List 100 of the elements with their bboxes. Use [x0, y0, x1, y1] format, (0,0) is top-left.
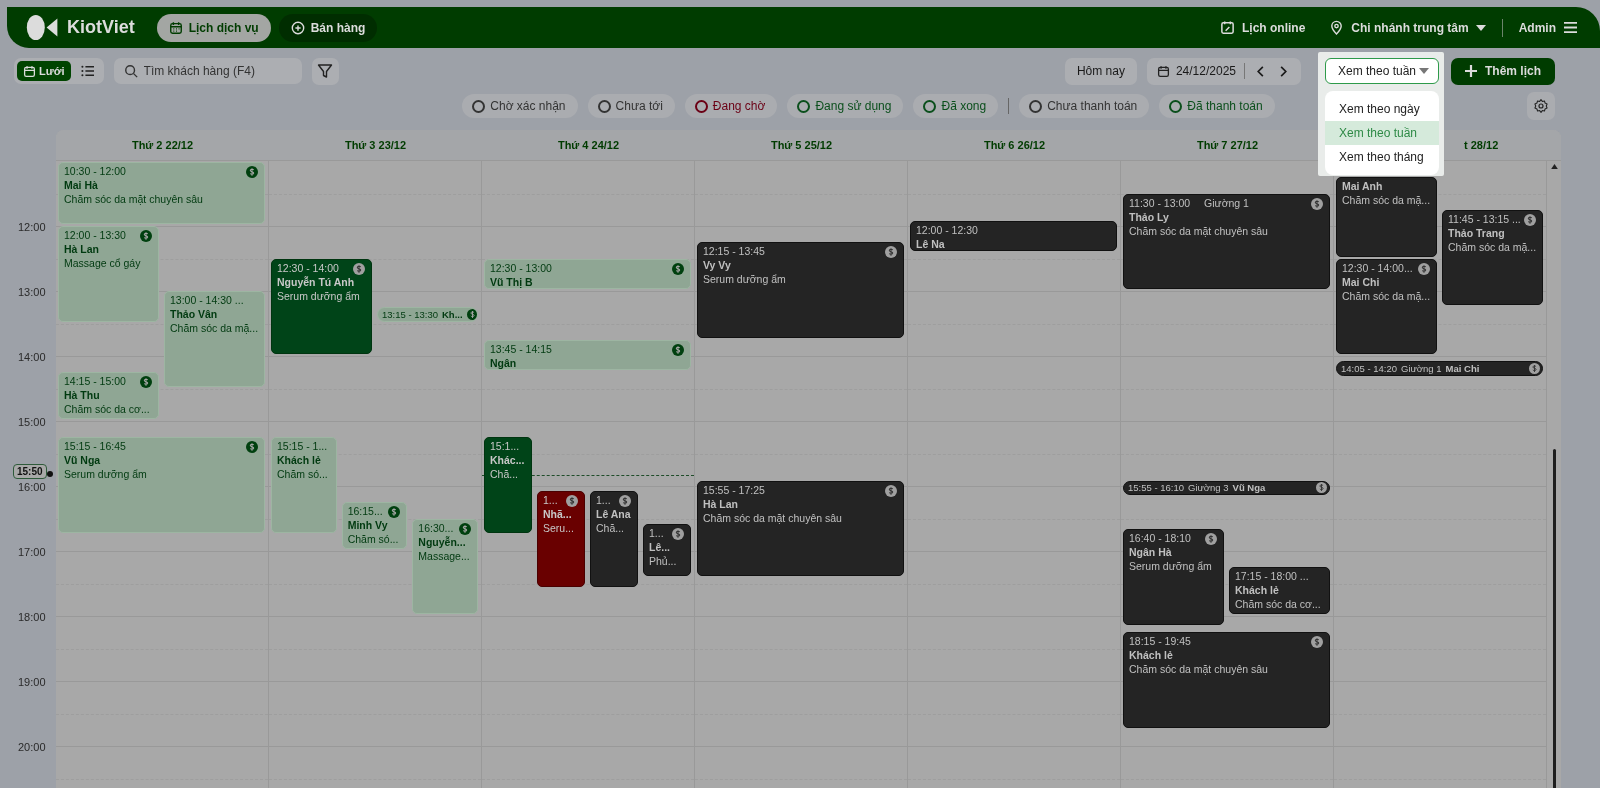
appointment-card[interactable]: 14:05 - 14:20 Giường 1 Mai Chi: [1336, 361, 1543, 376]
chip-label: Đã thanh toán: [1187, 99, 1263, 113]
current-time-dot: [47, 471, 53, 478]
nav-tab[interactable]: Bán hàng: [278, 13, 378, 42]
appointment-card[interactable]: 12:00 - 13:30 Hà Lan Massage cổ gáy: [58, 226, 159, 322]
appointment-card[interactable]: 15:55 - 17:25 Hà Lan Chăm sóc da mặt chuyên sâu: [697, 480, 904, 577]
appointment-card[interactable]: 12:15 - 13:45 Vy Vy Serum dưỡng ẩm: [697, 242, 904, 338]
appointment-card[interactable]: 16:15... Minh Vy Chăm só...: [341, 502, 408, 549]
service-name: Massage cổ gáy: [64, 257, 142, 270]
appointment-card[interactable]: 16:30... Nguyễn... Massage...: [412, 518, 478, 614]
appointment-card[interactable]: 1... Nhã... Seru...: [537, 491, 585, 587]
appointment-time: 13:15 - 13:30: [382, 308, 438, 321]
appointment-card[interactable]: 11:45 - 13:15 ... Thảo Trang Chăm sóc da mặ...: [1442, 209, 1543, 306]
branch-selector[interactable]: Chi nhánh trung tâm: [1321, 20, 1494, 35]
day-header: Thứ 3 23/12: [344, 139, 407, 151]
hour-label: 19:00: [18, 676, 46, 688]
online-booking-link[interactable]: Lịch online: [1212, 20, 1314, 35]
grid-view-button[interactable]: Lưới: [17, 61, 71, 81]
customer-name: Hà Lan: [64, 243, 100, 256]
status-filter-chip[interactable]: Đang sử dụng: [787, 94, 904, 118]
search-field[interactable]: Tìm khách hàng (F4): [113, 58, 302, 84]
status-filter-chip[interactable]: Đã thanh toán: [1159, 94, 1275, 118]
list-icon: [80, 65, 95, 77]
customer-name: Vũ Nga: [64, 454, 102, 468]
status-filter-chip[interactable]: Đã xong: [913, 94, 999, 118]
customer-name: Nguyễn Tú Anh: [277, 275, 356, 289]
view-select[interactable]: Xem theo tuần: [1325, 58, 1439, 84]
appointment-card[interactable]: 10:30 - 12:00 Mai Hà Chăm sóc da mặt chuyên sâu: [58, 162, 265, 224]
appointment-card[interactable]: 12:00 - 12:30 Lê Na: [910, 220, 1117, 252]
appointment-card[interactable]: 15:15 - 1... Khách lẻ Chăm só...: [271, 437, 337, 533]
appointment-time: 12:30 - 14:00...: [1342, 261, 1413, 275]
appointment-card[interactable]: 1... Lê Ana Chă...: [590, 491, 638, 587]
appointment-card[interactable]: 13:15 - 13:30 Kh...: [377, 307, 478, 322]
customer-name: Nguyễn...: [418, 535, 467, 549]
customer-name: Thảo Ly: [1129, 210, 1170, 224]
appointment-time: 16:40 - 18:10: [1129, 532, 1191, 546]
customer-name: Khách lẻ: [277, 454, 322, 468]
customer-name: Vũ Thị B: [490, 275, 534, 288]
menu-option[interactable]: Xem theo ngày: [1325, 97, 1439, 121]
status-filter-chip[interactable]: Chờ xác nhận: [462, 94, 578, 118]
nav-tab[interactable]: Lịch dịch vụ: [156, 13, 271, 42]
user-menu[interactable]: Admin: [1510, 20, 1586, 35]
appointment-card[interactable]: 15:55 - 16:10 Giường 3 Vũ Nga: [1123, 480, 1330, 495]
appointment-card[interactable]: 15:1... Khác... Chă...: [484, 437, 532, 533]
appointment-time: 1...: [543, 494, 558, 508]
appointment-card[interactable]: 12:30 - 14:00 Nguyễn Tú Anh Serum dưỡng ẩm: [271, 258, 372, 354]
settings-icon: [1533, 98, 1549, 114]
service-name: Seru...: [543, 522, 575, 536]
appointment-card[interactable]: 1... Lê... Phủ...: [643, 523, 691, 577]
appointment-card[interactable]: 13:45 - 14:15 Ngân: [484, 339, 691, 371]
appointment-time: 11:45 - 13:15 ...: [1448, 212, 1521, 226]
chip-label: Đang sử dụng: [815, 99, 892, 113]
status-filter-chip[interactable]: Đang chờ: [684, 94, 778, 118]
status-filter-chip[interactable]: Chưa tới: [587, 94, 675, 118]
customer-name: Minh Vy: [347, 519, 389, 533]
chevron-right-icon[interactable]: [1278, 64, 1288, 78]
chip-label: Chưa tới: [615, 99, 663, 113]
date-value[interactable]: 24/12/2025: [1175, 64, 1236, 78]
chip-label: Đang chờ: [712, 99, 766, 113]
appointment-card[interactable]: 16:40 - 18:10 Ngân Hà Serum dưỡng ẩm: [1123, 529, 1224, 625]
appointment-card[interactable]: 12:30 - 13:00 Vũ Thị B: [484, 258, 691, 289]
appointment-time: 13:45 - 14:15: [490, 342, 552, 356]
appointment-time: 17:15 - 18:00 ...: [1235, 570, 1309, 584]
service-name: Chăm sóc da cơ...: [1235, 598, 1322, 612]
today-button[interactable]: Hôm nay: [1064, 57, 1137, 85]
appointment-time: 15:1...: [490, 440, 520, 454]
service-name: Chăm sóc da mặ...: [1448, 240, 1537, 254]
appointment-card[interactable]: 11:30 - 13:00 Giường 1 Thảo Ly Chăm sóc da mặt chuyên sâu: [1123, 193, 1330, 289]
appointment-card[interactable]: 13:00 - 14:30 ... Thảo Vân Chăm sóc da mặ...: [164, 291, 265, 387]
customer-name: Mai Chi: [1342, 275, 1381, 289]
menu-icon: [1563, 21, 1578, 34]
add-booking-button[interactable]: Thêm lịch: [1451, 57, 1555, 85]
customer-name: Kh...: [442, 308, 463, 321]
scrollbar-thumb[interactable]: [1552, 449, 1556, 788]
filter-button[interactable]: [311, 57, 339, 85]
appointment-time: 12:00 - 13:30: [64, 229, 126, 242]
customer-name: Mai Hà: [64, 179, 99, 192]
appointment-card[interactable]: 17:15 - 18:00 ... Khách lẻ Chăm sóc da cơ...: [1229, 567, 1330, 614]
appointment-card[interactable]: 14:15 - 15:00 Hà Thu Chăm sóc da cơ...: [58, 372, 159, 419]
appointment-card[interactable]: 18:15 - 19:45 Khách lẻ Chăm sóc da mặt chuyên sâu: [1123, 632, 1330, 728]
settings-button[interactable]: [1527, 92, 1555, 120]
day-header: Thứ 4 24/12: [557, 139, 620, 151]
bed-label: Giường 1: [1204, 196, 1249, 210]
scroll-up-icon[interactable]: [1550, 164, 1558, 169]
chevron-left-icon[interactable]: [1256, 64, 1266, 78]
appointment-card[interactable]: 15:15 - 16:45 Vũ Nga Serum dưỡng ẩm: [58, 437, 265, 533]
appointment-time: 1...: [649, 526, 664, 540]
menu-option[interactable]: Xem theo tuần: [1325, 121, 1439, 145]
service-name: Massage...: [418, 549, 471, 563]
service-name: Chăm sóc da mặ...: [1342, 194, 1431, 208]
hour-label: 15:00: [18, 416, 46, 428]
appointment-card[interactable]: Mai Anh Chăm sóc da mặ...: [1336, 177, 1437, 257]
hour-label: 18:00: [18, 611, 46, 623]
service-name: Chăm sóc da cơ...: [64, 403, 151, 417]
appointment-time: 16:15...: [347, 505, 383, 519]
appointment-time: 14:15 - 15:00: [64, 375, 126, 389]
status-filter-chip[interactable]: Chưa thanh toán: [1019, 94, 1150, 118]
menu-option[interactable]: Xem theo tháng: [1325, 145, 1439, 169]
calendar-icon: [1156, 64, 1170, 78]
appointment-card[interactable]: 12:30 - 14:00... Mai Chi Chăm sóc da mặ...: [1336, 258, 1437, 354]
